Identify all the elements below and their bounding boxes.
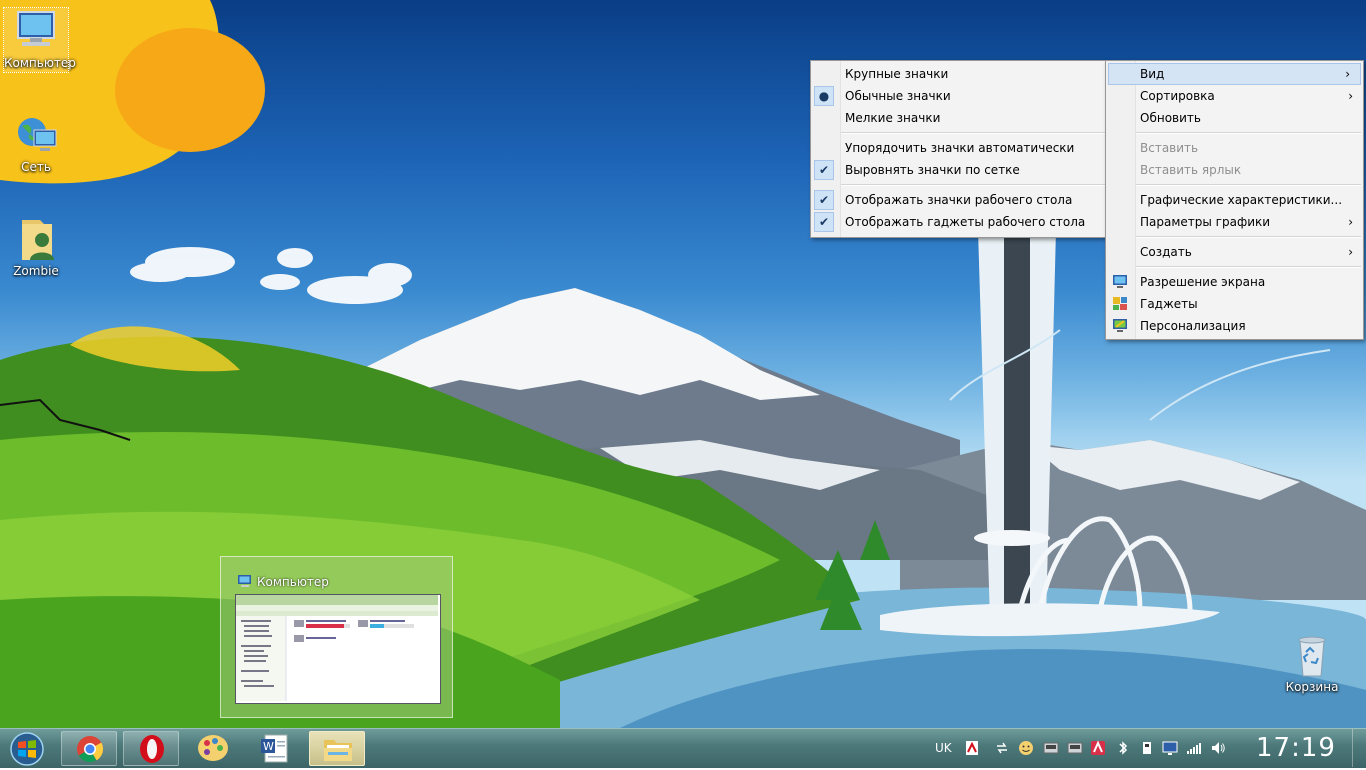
taskbar-opera[interactable]: [123, 731, 179, 766]
desktop-icon-computer[interactable]: Компьютер: [3, 7, 76, 73]
start-button[interactable]: [0, 731, 56, 766]
submenu-arrow-icon: ›: [1348, 215, 1353, 229]
taskbar-paint[interactable]: [185, 731, 241, 766]
volume-icon[interactable]: [1210, 740, 1226, 756]
explorer-folder-icon: [324, 740, 352, 761]
menu-item-graphics-properties[interactable]: Графические характеристики...: [1106, 189, 1363, 211]
desktop-icon-zombie-folder[interactable]: Zombie: [4, 216, 68, 278]
view-submenu: Крупные значки ● Обычные значки Мелкие зн…: [810, 60, 1108, 238]
menu-item-show-gadgets[interactable]: ✔ Отображать гаджеты рабочего стола: [811, 211, 1107, 233]
menu-item-personalization[interactable]: Персонализация: [1106, 315, 1363, 337]
word-document-icon: W: [261, 734, 288, 763]
recycle-bin-icon: [1288, 632, 1336, 678]
drive-icon[interactable]: [1043, 740, 1059, 756]
user-folder-icon: [12, 216, 60, 262]
menu-item-small-icons[interactable]: Мелкие значки: [811, 107, 1107, 129]
bluetooth-icon[interactable]: [1115, 740, 1131, 756]
taskbar-chrome[interactable]: [61, 731, 117, 766]
desktop-icon-label: Сеть: [21, 160, 51, 174]
display-icon: [1112, 274, 1128, 289]
taskbar: W UK 17:19: [0, 728, 1366, 768]
taskbar-explorer[interactable]: [309, 731, 365, 766]
computer-icon: [12, 8, 60, 54]
menu-item-medium-icons[interactable]: ● Обычные значки: [811, 85, 1107, 107]
menu-item-new[interactable]: Создать ›: [1106, 241, 1363, 263]
opera-icon: [140, 735, 164, 763]
menu-separator: [841, 132, 1105, 134]
menu-item-sort[interactable]: Сортировка ›: [1106, 85, 1363, 107]
menu-item-align-to-grid[interactable]: ✔ Выровнять значки по сетке: [811, 159, 1107, 181]
network-signal-icon[interactable]: [1186, 740, 1202, 756]
desktop-icon-label: Компьютер: [4, 56, 76, 70]
svg-text:W: W: [263, 740, 274, 753]
desktop-icon-label: Zombie: [13, 264, 59, 278]
paint-palette-icon: [198, 735, 228, 761]
menu-item-show-desktop-icons[interactable]: ✔ Отображать значки рабочего стола: [811, 189, 1107, 211]
preview-title: Компьютер: [257, 575, 329, 589]
safely-remove-hardware-icon[interactable]: [1139, 740, 1155, 756]
menu-separator: [1136, 266, 1361, 268]
desktop-icon-network[interactable]: Сеть: [4, 112, 68, 174]
personalize-icon: [1112, 318, 1128, 333]
checkmark-icon: ✔: [814, 190, 834, 210]
sync-arrows-icon[interactable]: [994, 740, 1010, 756]
menu-item-gadgets[interactable]: Гаджеты: [1106, 293, 1363, 315]
radio-bullet-icon: ●: [814, 86, 834, 106]
show-desktop-button[interactable]: [1352, 729, 1366, 767]
computer-icon: [237, 574, 253, 588]
pdf-icon[interactable]: [964, 740, 980, 756]
menu-item-large-icons[interactable]: Крупные значки: [811, 63, 1107, 85]
menu-item-graphics-options[interactable]: Параметры графики ›: [1106, 211, 1363, 233]
submenu-arrow-icon: ›: [1348, 245, 1353, 259]
network-globe-icon: [12, 112, 60, 158]
menu-item-paste[interactable]: Вставить: [1106, 137, 1363, 159]
language-indicator[interactable]: UK: [935, 729, 952, 767]
drive-icon[interactable]: [1067, 740, 1083, 756]
menu-item-paste-shortcut[interactable]: Вставить ярлык: [1106, 159, 1363, 181]
taskbar-thumbnail-preview[interactable]: Компьютер: [220, 556, 453, 718]
submenu-arrow-icon: ›: [1348, 89, 1353, 103]
explorer-window-thumbnail: [235, 594, 441, 704]
chrome-icon: [77, 736, 104, 763]
menu-separator: [1136, 184, 1361, 186]
windows-logo-icon: [10, 732, 44, 766]
action-center-icon[interactable]: [1162, 740, 1178, 756]
menu-separator: [1136, 236, 1361, 238]
menu-separator: [1136, 132, 1361, 134]
taskbar-word[interactable]: W: [247, 731, 303, 766]
gadgets-icon: [1112, 296, 1128, 311]
menu-item-refresh[interactable]: Обновить: [1106, 107, 1363, 129]
menu-item-auto-arrange[interactable]: Упорядочить значки автоматически: [811, 137, 1107, 159]
desktop-context-menu: Вид › Сортировка › Обновить Вставить Встав…: [1105, 60, 1364, 340]
antivirus-icon[interactable]: [1090, 740, 1106, 756]
desktop-icon-label: Корзина: [1285, 680, 1339, 694]
smiley-icon[interactable]: [1018, 740, 1034, 756]
checkmark-icon: ✔: [814, 212, 834, 232]
clock[interactable]: 17:19: [1256, 729, 1336, 767]
submenu-arrow-icon: ›: [1345, 67, 1350, 81]
menu-separator: [841, 184, 1105, 186]
menu-item-view[interactable]: Вид ›: [1108, 63, 1361, 85]
desktop[interactable]: Компьютер Сеть Zombie Корзина Крупные зн…: [0, 0, 1366, 728]
menu-item-screen-resolution[interactable]: Разрешение экрана: [1106, 271, 1363, 293]
desktop-icon-recycle-bin[interactable]: Корзина: [1280, 632, 1344, 694]
checkmark-icon: ✔: [814, 160, 834, 180]
